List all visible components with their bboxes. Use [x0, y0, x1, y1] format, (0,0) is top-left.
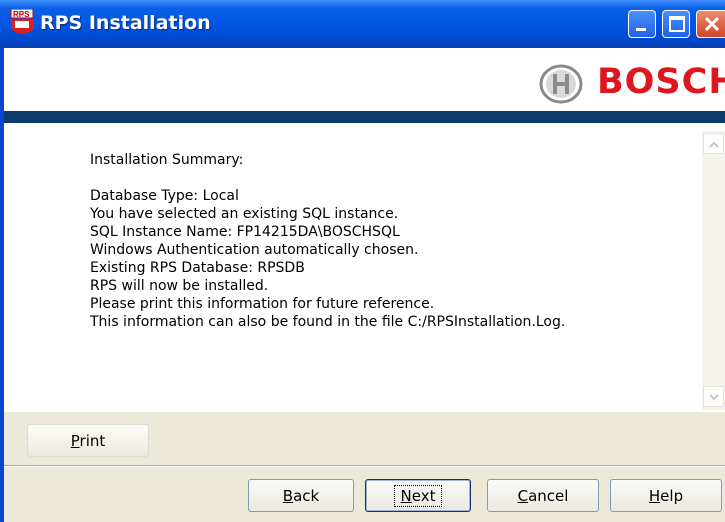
- close-icon: [704, 16, 720, 32]
- summary-line: Windows Authentication automatically cho…: [90, 242, 419, 258]
- summary-line: You have selected an existing SQL instan…: [90, 206, 399, 222]
- scroll-up-button[interactable]: [703, 133, 724, 154]
- summary-heading: Installation Summary:: [90, 152, 244, 168]
- summary-line: RPS will now be installed.: [90, 278, 269, 294]
- window-title: RPS Installation: [40, 12, 211, 34]
- bosch-armature-logo: [539, 64, 583, 104]
- summary-line: Existing RPS Database: RPSDB: [90, 260, 305, 276]
- header-divider: [4, 111, 725, 123]
- next-label: Next: [393, 484, 443, 507]
- separator: [4, 465, 725, 467]
- back-label: Back: [282, 486, 320, 505]
- print-label: Print: [70, 431, 106, 450]
- minimize-button[interactable]: [628, 10, 656, 38]
- summary-line: SQL Instance Name: FP14215DA\BOSCHSQL: [90, 224, 400, 240]
- maximize-button[interactable]: [662, 10, 690, 38]
- scroll-down-button[interactable]: [703, 386, 724, 407]
- help-button[interactable]: Help: [610, 479, 722, 512]
- summary-text: Installation Summary: Database Type: Loc…: [90, 151, 565, 331]
- print-button[interactable]: Print: [27, 424, 149, 457]
- back-button[interactable]: Back: [248, 479, 354, 512]
- chevron-up-icon: [709, 141, 719, 148]
- summary-line: Please print this information for future…: [90, 296, 435, 312]
- minimize-icon: [636, 28, 646, 31]
- cancel-label: Cancel: [517, 486, 569, 505]
- chevron-down-icon: [709, 394, 719, 401]
- help-label: Help: [648, 486, 684, 505]
- cancel-button[interactable]: Cancel: [487, 479, 599, 512]
- next-button[interactable]: Next: [365, 479, 471, 512]
- summary-line: This information can also be found in th…: [90, 314, 566, 330]
- vertical-scrollbar[interactable]: [702, 131, 725, 410]
- rps-app-icon: RPS: [10, 9, 34, 34]
- maximize-icon: [669, 16, 685, 32]
- title-bar[interactable]: RPS RPS Installation: [0, 0, 725, 48]
- summary-line: Database Type: Local: [90, 188, 239, 204]
- close-button[interactable]: [696, 10, 725, 38]
- brand-name: BOSCH: [597, 62, 725, 102]
- svg-text:RPS: RPS: [13, 10, 30, 19]
